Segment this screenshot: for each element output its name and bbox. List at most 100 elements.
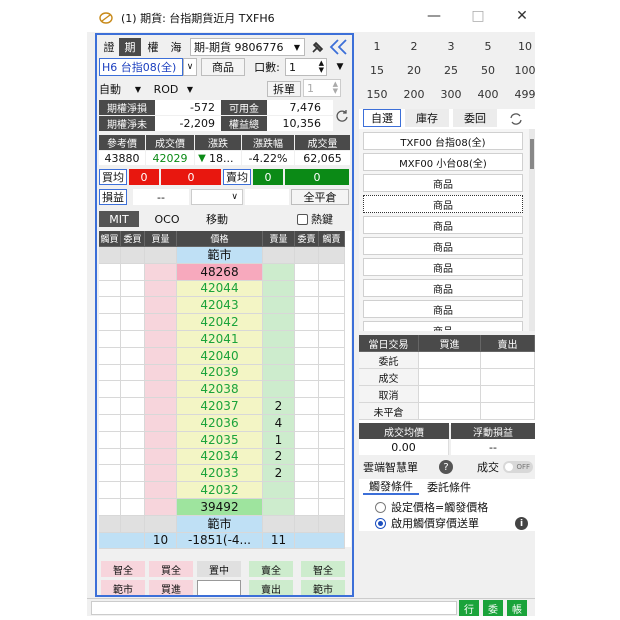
ladder-cell[interactable] xyxy=(295,431,319,449)
ladder-sell-qty[interactable] xyxy=(263,331,295,348)
tab-order-reply[interactable]: 委回 xyxy=(453,109,497,127)
radio-trigger-send[interactable] xyxy=(375,518,386,529)
ladder-cell[interactable] xyxy=(319,465,345,483)
split-input[interactable]: 1 ▲ ▼ xyxy=(303,79,341,97)
watchlist-item[interactable]: 商品 xyxy=(363,258,523,276)
ladder-cell[interactable] xyxy=(319,515,345,533)
pnl-dropdown-icon[interactable]: ∨ xyxy=(191,189,243,205)
tab-trigger-condition[interactable]: 觸發條件 xyxy=(363,479,419,495)
ladder-sell-qty[interactable]: 2 xyxy=(263,465,295,483)
ladder-cell[interactable] xyxy=(295,381,319,399)
ladder-cell[interactable] xyxy=(121,263,145,281)
buy-avg-button[interactable]: 買均 xyxy=(99,169,127,185)
watchlist-item[interactable]: 商品 xyxy=(363,279,523,297)
ladder-cell[interactable] xyxy=(145,415,177,432)
ladder-cell[interactable] xyxy=(99,465,121,483)
ladder-sell-qty[interactable] xyxy=(263,515,295,533)
ladder-cell[interactable] xyxy=(145,364,177,382)
ladder-cell[interactable] xyxy=(145,515,177,533)
refresh-icon[interactable] xyxy=(335,109,349,123)
ladder-cell[interactable] xyxy=(145,381,177,399)
ladder-cell[interactable] xyxy=(99,280,121,298)
qty-preset-button[interactable]: 150 xyxy=(359,83,395,105)
qty-preset-button[interactable]: 2 xyxy=(396,35,432,57)
ladder-cell[interactable] xyxy=(319,331,345,348)
ladder-cell[interactable] xyxy=(319,398,345,415)
tab-watchlist[interactable]: 自選 xyxy=(363,109,401,127)
qty-stepper-icon[interactable]: ▲ ▼ xyxy=(319,60,324,74)
ladder-sell-qty[interactable] xyxy=(263,381,295,399)
status-order-button[interactable]: 委 xyxy=(483,600,503,616)
ladder-cell[interactable] xyxy=(121,431,145,449)
ladder-cell[interactable] xyxy=(145,263,177,281)
ladder-sell-qty[interactable] xyxy=(263,499,295,516)
qty-preset-button[interactable]: 499 xyxy=(507,83,536,105)
rod-chevron-icon[interactable]: ▼ xyxy=(185,81,195,97)
ladder-cell[interactable] xyxy=(99,247,121,264)
ladder-cell[interactable] xyxy=(319,263,345,281)
ladder-cell[interactable] xyxy=(295,280,319,298)
account-select[interactable]: 期-期貨 9806776 ▼ xyxy=(190,38,305,56)
ladder-cell[interactable] xyxy=(99,499,121,516)
ladder-cell[interactable] xyxy=(145,314,177,331)
fill-toggle[interactable]: OFF xyxy=(503,461,533,473)
watchlist-item[interactable]: TXF00 台指08(全) xyxy=(363,132,523,150)
watchlist-item[interactable]: 商品 xyxy=(363,195,523,213)
ladder-cell[interactable] xyxy=(295,247,319,264)
ladder-cell[interactable] xyxy=(145,247,177,264)
ladder-cell[interactable] xyxy=(295,482,319,499)
qty-preset-button[interactable]: 50 xyxy=(470,59,506,81)
watchlist-item[interactable]: 商品 xyxy=(363,174,523,192)
ladder-sell-qty[interactable] xyxy=(263,364,295,382)
split-button[interactable]: 拆單 xyxy=(267,81,301,97)
qty-preset-button[interactable]: 200 xyxy=(396,83,432,105)
tab-overseas[interactable]: 海 xyxy=(165,38,187,56)
ladder-cell[interactable] xyxy=(319,482,345,499)
rod-select[interactable]: ROD xyxy=(147,81,185,97)
ladder-cell[interactable] xyxy=(319,364,345,382)
ladder-cell[interactable] xyxy=(295,415,319,432)
ladder-sell-qty[interactable] xyxy=(263,482,295,499)
watchlist-item[interactable]: MXF00 小台08(全) xyxy=(363,153,523,171)
ladder-cell[interactable] xyxy=(319,431,345,449)
tab-trailing[interactable]: 移動 xyxy=(193,211,241,227)
maximize-button[interactable]: □ xyxy=(467,8,489,28)
qty-blank-input[interactable] xyxy=(197,580,241,595)
ladder-cell[interactable] xyxy=(121,448,145,466)
ladder-cell[interactable] xyxy=(121,482,145,499)
ladder-sell-qty[interactable] xyxy=(263,297,295,315)
close-button[interactable]: ✕ xyxy=(511,8,533,28)
ladder-cell[interactable] xyxy=(121,347,145,365)
ladder-cell[interactable] xyxy=(121,364,145,382)
ladder-cell[interactable] xyxy=(145,280,177,298)
sell-avg-button[interactable]: 賣均 xyxy=(223,169,251,185)
ladder-cell[interactable] xyxy=(319,247,345,264)
ladder-cell[interactable] xyxy=(319,280,345,298)
ladder-cell[interactable] xyxy=(121,297,145,315)
ladder-cell[interactable] xyxy=(99,398,121,415)
qty-preset-button[interactable]: 400 xyxy=(470,83,506,105)
sell-button[interactable]: 賣出 xyxy=(249,580,293,595)
ladder-cell[interactable] xyxy=(121,247,145,264)
ladder-cell[interactable] xyxy=(145,398,177,415)
qty-preset-button[interactable]: 3 xyxy=(433,35,469,57)
ladder-cell[interactable] xyxy=(319,499,345,516)
ladder-cell[interactable] xyxy=(121,499,145,516)
ladder-cell[interactable] xyxy=(121,398,145,415)
ladder-cell[interactable] xyxy=(145,297,177,315)
tab-oco[interactable]: OCO xyxy=(143,211,191,227)
qty-preset-button[interactable]: 300 xyxy=(433,83,469,105)
product-dropdown-icon[interactable]: ∨ xyxy=(183,58,197,76)
ladder-cell[interactable] xyxy=(145,331,177,348)
ladder-sell-qty[interactable]: 2 xyxy=(263,448,295,466)
close-all-button[interactable]: 全平倉 xyxy=(291,189,349,205)
tab-mit[interactable]: MIT xyxy=(99,211,139,227)
ladder-cell[interactable] xyxy=(145,431,177,449)
split-stepper-icon[interactable]: ▲ ▼ xyxy=(333,81,338,95)
ladder-cell[interactable] xyxy=(145,482,177,499)
qty-preset-button[interactable]: 20 xyxy=(396,59,432,81)
ladder-cell[interactable] xyxy=(295,398,319,415)
ladder-sell-qty[interactable]: 4 xyxy=(263,415,295,432)
ladder-cell[interactable] xyxy=(99,314,121,331)
ladder-cell[interactable] xyxy=(319,415,345,432)
